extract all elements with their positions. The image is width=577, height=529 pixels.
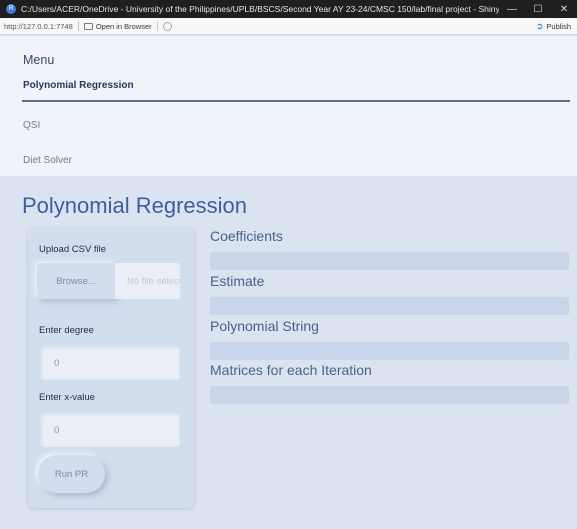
viewer-toolbar: http://127.0.0.1:7748 Open in Browser ➲ … [0,18,577,35]
maximize-button[interactable]: ☐ [525,0,551,18]
x-value-label: Enter x-value [39,392,95,403]
minimize-button[interactable]: — [499,0,525,18]
degree-label: Enter degree [39,325,94,336]
close-button[interactable]: ✕ [551,0,577,18]
publish-label: Publish [546,21,571,31]
coefficients-heading: Coefficients [210,228,283,244]
menu-header: Menu [23,53,55,67]
file-name-display: No file selected [115,263,180,299]
nav-item-diet-solver[interactable]: Diet Solver [23,155,72,166]
refresh-icon[interactable] [162,21,172,31]
matrices-heading: Matrices for each Iteration [210,362,372,378]
estimate-output [210,297,569,315]
toolbar-separator [156,21,158,31]
run-pr-button[interactable]: Run PR [38,455,105,493]
nav-item-polynomial-regression[interactable]: Polynomial Regression [23,80,134,91]
estimate-heading: Estimate [210,273,265,289]
x-value-input[interactable] [40,413,180,447]
coefficients-output [210,252,569,270]
nav-item-qsi[interactable]: QSI [23,120,40,131]
url-display: http://127.0.0.1:7748 [4,21,73,31]
open-in-browser-button[interactable]: Open in Browser [83,21,152,31]
window-title-bar: R C:/Users/ACER/OneDrive - University of… [0,0,577,18]
upload-csv-label: Upload CSV file [39,244,107,255]
publish-button[interactable]: ➲ Publish [536,21,571,32]
navigation-menu: Menu Polynomial Regression QSI Diet Solv… [0,36,577,176]
toolbar-separator [77,21,79,31]
browser-window-icon [83,22,93,30]
publish-icon: ➲ [535,20,544,31]
window-title: C:/Users/ACER/OneDrive - University of t… [21,4,499,14]
page-title: Polynomial Regression [22,193,247,218]
input-sidebar-panel: Upload CSV file Browse... No file select… [28,227,194,508]
open-in-browser-label: Open in Browser [95,21,152,31]
browse-button[interactable]: Browse... [37,263,115,299]
rstudio-app-icon: R [6,4,16,14]
active-nav-underline [22,100,570,102]
degree-input[interactable] [40,346,180,380]
polynomial-string-output [210,342,569,360]
file-upload-control: Browse... No file selected [37,263,180,299]
matrices-output [210,386,569,404]
polynomial-string-heading: Polynomial String [210,318,319,334]
